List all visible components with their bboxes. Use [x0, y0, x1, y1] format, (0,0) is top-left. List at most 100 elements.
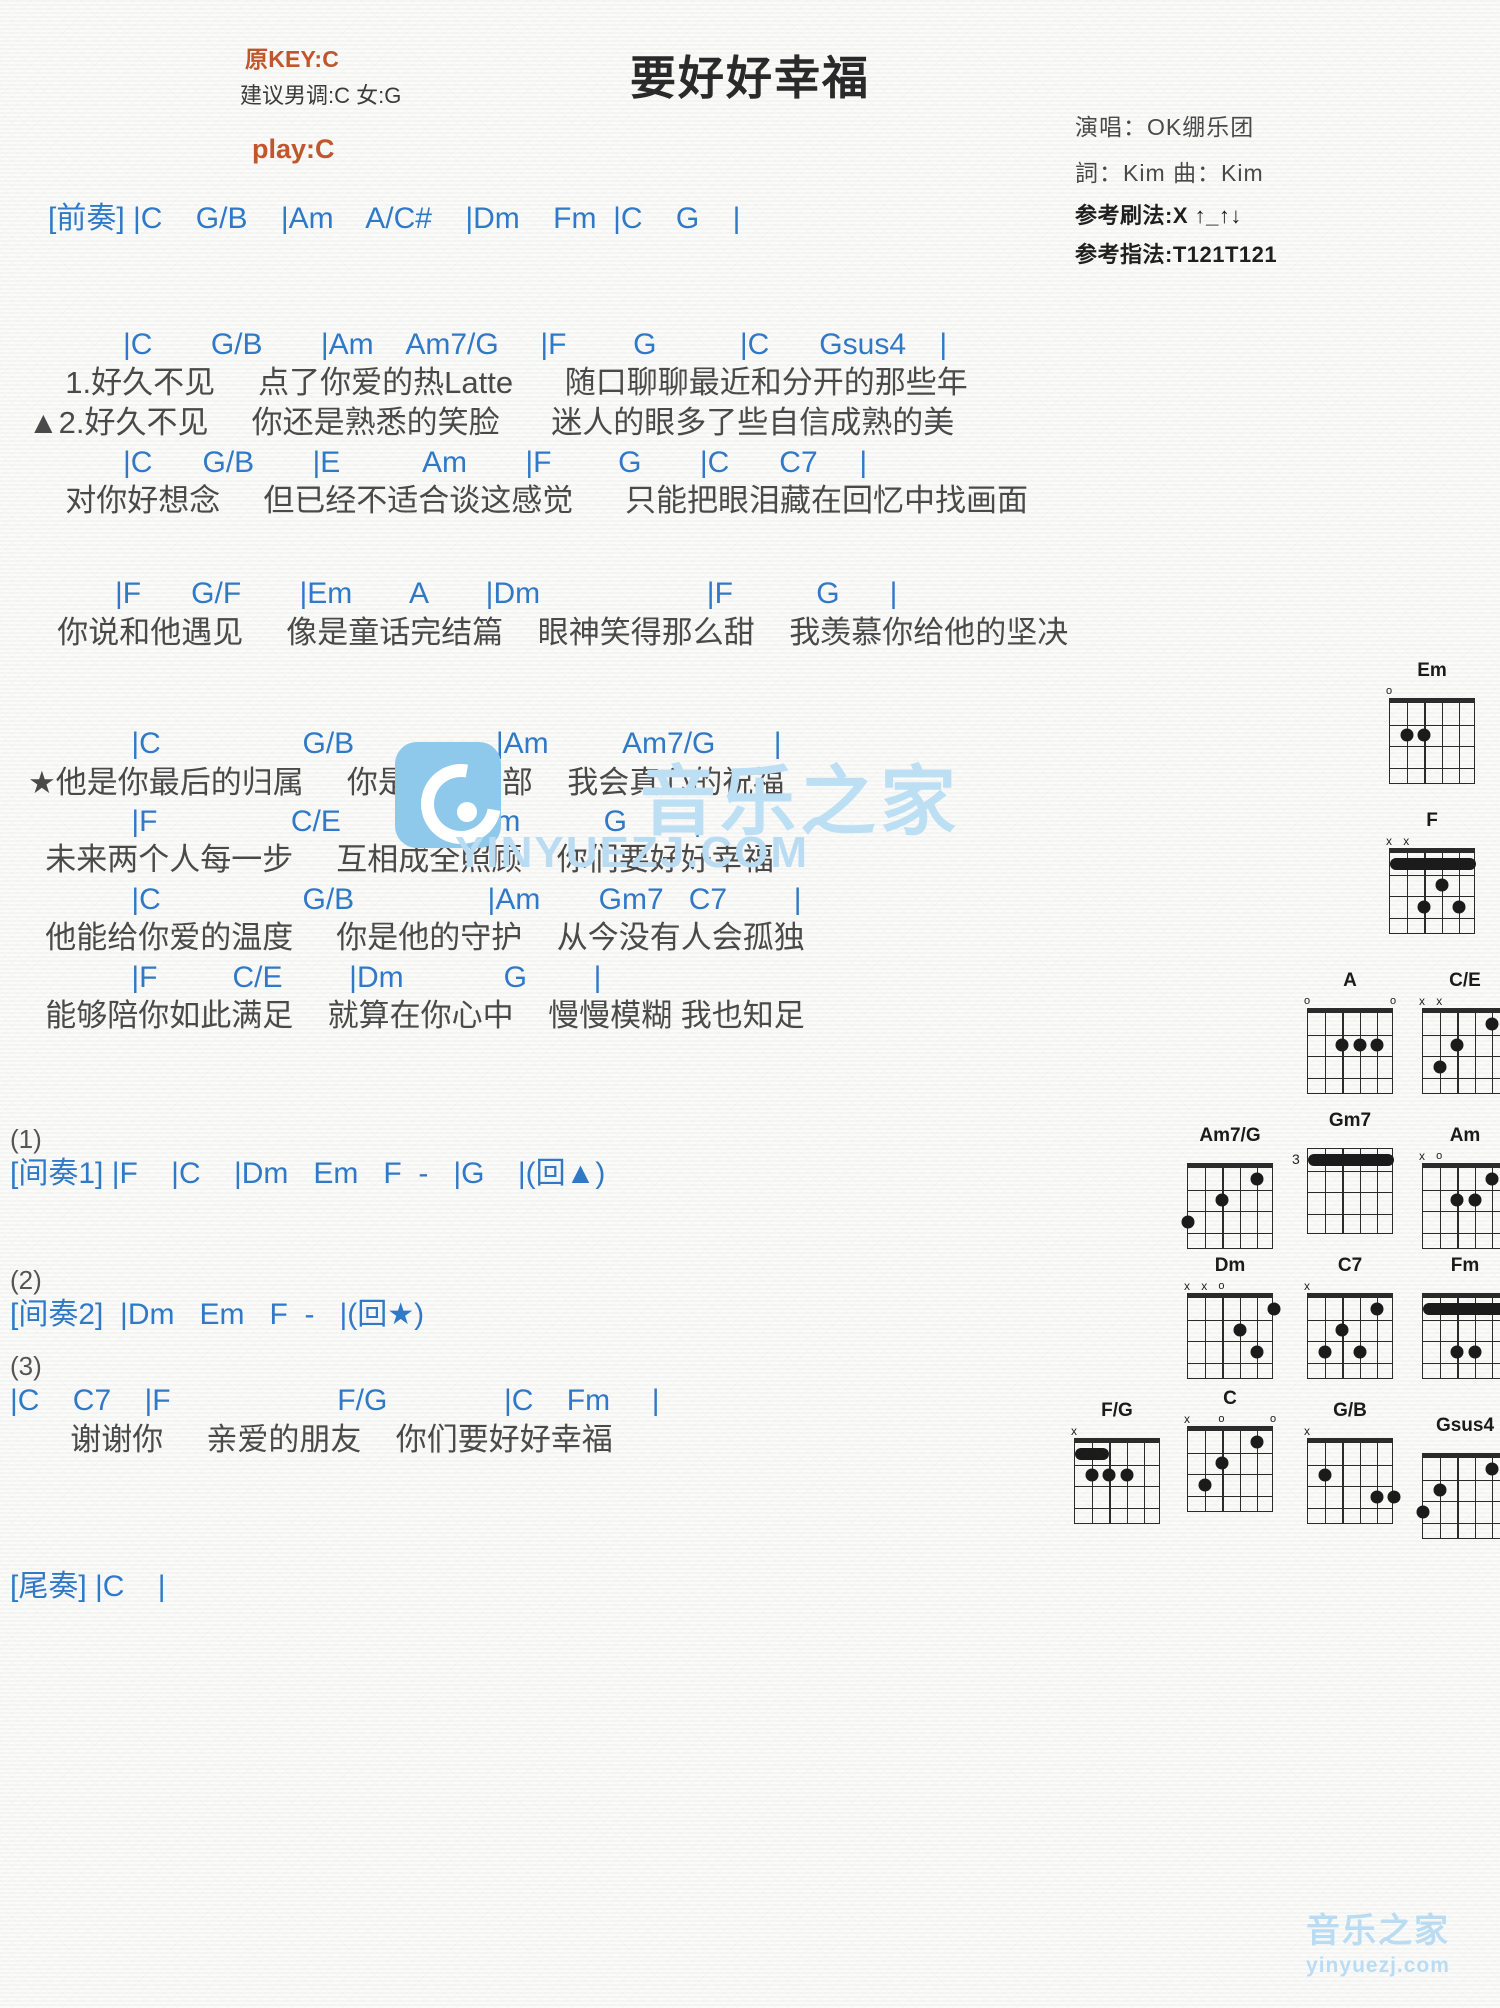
verse1-lyric-1: 1.好久不见 点了你爱的热Latte 随口聊聊最近和分开的那些年	[48, 365, 968, 400]
fretboard-grid: xxo	[1184, 1279, 1281, 1379]
barre-bar	[1390, 857, 1476, 870]
finger-dot	[1468, 1193, 1482, 1207]
muted-string-icon: x	[1419, 994, 1425, 1008]
fretboard-grid	[1422, 1280, 1500, 1379]
finger-dot	[1233, 1323, 1247, 1337]
section-intro: [前奏] |C G/B |Am A/C# |Dm Fm |C G |	[0, 200, 1030, 238]
muted-string-icon: x	[1184, 1279, 1190, 1293]
ending-verse-number: (3)	[10, 1351, 42, 1382]
finger-dot	[1450, 1038, 1464, 1052]
intro-chords: [前奏] |C G/B |Am A/C# |Dm Fm |C G |	[48, 202, 741, 235]
finger-dot	[1215, 1456, 1229, 1470]
finger-dot	[1370, 1302, 1384, 1316]
fretboard-grid: x	[1304, 1425, 1401, 1524]
verse1-lyric-2: ▲2.好久不见 你还是熟悉的笑脸 迷人的眼多了些自信成熟的美	[28, 405, 955, 441]
finger-dot	[1450, 1345, 1464, 1359]
chorus-chordline-3: |C G/B |Am Gm7 C7 |	[48, 882, 802, 916]
finger-dot	[1353, 1038, 1367, 1052]
verse1-chordline-2: |C G/B |E Am |F G |C C7 |	[48, 445, 868, 479]
fretboard	[1187, 1293, 1281, 1379]
interlude1-chords: [间奏1] |F |C |Dm Em F - |G |(回▲)	[10, 1157, 606, 1191]
open-muted-markers	[1187, 1150, 1273, 1163]
chord-diagram-name: F/G	[1101, 1400, 1133, 1421]
chord-diagram-Gm7: Gm7 3	[1292, 1110, 1402, 1234]
finger-dot	[1198, 1478, 1212, 1492]
chord-diagram-F-G: F/G x	[1065, 1400, 1169, 1524]
finger-dot	[1181, 1215, 1195, 1229]
finger-dot	[1250, 1172, 1264, 1186]
open-muted-markers	[1422, 1440, 1500, 1453]
muted-string-icon: x	[1403, 834, 1410, 848]
chord-diagram-name: Gsus4	[1435, 1415, 1495, 1436]
chord-diagram-Am: Am xoo	[1413, 1125, 1500, 1249]
section-interlude1: (1) [间奏1] |F |C |Dm Em F - |G |(回▲)	[0, 1124, 1030, 1193]
chord-diagram-C-E: C/E x x	[1413, 970, 1500, 1094]
fretboard-grid: xx	[1386, 834, 1476, 934]
muted-string-icon: x	[1201, 1279, 1208, 1293]
fretboard	[1307, 1293, 1393, 1379]
fretboard: 3	[1292, 1148, 1394, 1234]
interlude2-number: (2)	[10, 1264, 42, 1295]
fretboard	[1307, 1008, 1393, 1094]
muted-string-icon: x	[1386, 834, 1392, 848]
chord-diagram-name: G/B	[1333, 1400, 1367, 1421]
finger-dot	[1335, 1323, 1349, 1337]
prechorus-chordline: |F G/F |Em A |Dm |F G |	[40, 577, 898, 611]
finger-dot	[1370, 1038, 1384, 1052]
fretboard-grid: xoo	[1419, 1150, 1500, 1249]
fretboard	[1422, 1163, 1500, 1249]
fretboard-grid: x	[1071, 1425, 1160, 1524]
open-string-icon: o	[1385, 685, 1393, 697]
chord-diagram-name: F	[1426, 810, 1438, 831]
section-outro: [尾奏] |C |	[0, 1568, 1030, 1606]
chord-diagram-panel: EmoFxxAooC/ExxAm7/GGm73AmxooDmxxoC7xFmF/…	[1030, 0, 1500, 2008]
outro-chords: [尾奏] |C |	[10, 1570, 166, 1604]
finger-dot	[1250, 1345, 1264, 1359]
finger-dot	[1335, 1038, 1349, 1052]
chord-diagram-Em: Em o	[1380, 660, 1484, 784]
finger-dot	[1370, 1490, 1384, 1504]
barre-bar	[1308, 1153, 1394, 1166]
verse1-lyric-3: 对你好想念 但已经不适合谈这感觉 只能把眼泪藏在回忆中找画面	[48, 483, 1028, 519]
chord-diagram-name: Gm7	[1328, 1110, 1372, 1131]
finger-dot	[1353, 1345, 1367, 1359]
chorus-lyric-2: 未来两个人每一步 互相成全照顾 你们要好好幸福	[28, 842, 774, 878]
finger-dot	[1250, 1435, 1264, 1449]
fretboard-grid: 3	[1292, 1135, 1394, 1234]
chord-diagram-name: Fm	[1450, 1255, 1480, 1276]
open-string-icon: o	[1436, 1150, 1443, 1162]
finger-dot	[1416, 1505, 1430, 1519]
muted-string-icon: x	[1184, 1412, 1190, 1426]
finger-dot	[1452, 900, 1466, 914]
open-muted-markers	[1307, 1135, 1393, 1148]
finger-dot	[1120, 1468, 1134, 1482]
chord-diagram-F: Fxx	[1380, 810, 1484, 934]
play-key: play:C	[252, 134, 335, 164]
chord-diagram-Gsus4: Gsus4	[1413, 1415, 1500, 1539]
chord-diagram-name: C/E	[1449, 970, 1481, 991]
open-muted-markers	[1422, 1280, 1500, 1293]
verse1-chordline-1: |C G/B |Am Am7/G |F G |C Gsus4 |	[48, 327, 948, 361]
chord-diagram-name: Am7/G	[1199, 1125, 1261, 1146]
chorus-chordline-2: |F C/E |Dm G |	[48, 804, 702, 838]
chord-diagram-Am7-G: Am7/G	[1178, 1125, 1282, 1249]
ending-verse-lyric: 谢谢你 亲爱的朋友 你们要好好幸福	[10, 1421, 613, 1457]
open-string-icon: o	[1389, 995, 1397, 1007]
open-string-icon: o	[1218, 1280, 1225, 1292]
finger-dot	[1435, 878, 1449, 892]
fretboard-grid	[1181, 1150, 1273, 1249]
finger-dot	[1318, 1345, 1332, 1359]
chord-diagram-C: Cx o o	[1178, 1388, 1282, 1512]
section-verse1: |C G/B |Am Am7/G |F G |C Gsus4 | 1.好久不见 …	[0, 326, 1030, 522]
chord-diagram-name: Dm	[1214, 1255, 1246, 1276]
fretboard	[1422, 1293, 1500, 1379]
chord-diagram-C7: C7 x	[1298, 1255, 1402, 1379]
prechorus-lyric: 你说和他遇见 像是童话完结篇 眼神笑得那么甜 我羡慕你给他的坚决	[40, 614, 1069, 650]
chord-diagram-name: Em	[1417, 660, 1447, 681]
finger-dot	[1417, 900, 1431, 914]
open-string-icon: o	[1303, 995, 1311, 1007]
open-muted-markers: xx	[1419, 994, 1500, 1008]
chord-diagram-name: C	[1223, 1388, 1237, 1409]
barre-bar	[1423, 1302, 1500, 1315]
chord-diagram-Dm: Dm x x o	[1178, 1255, 1282, 1379]
